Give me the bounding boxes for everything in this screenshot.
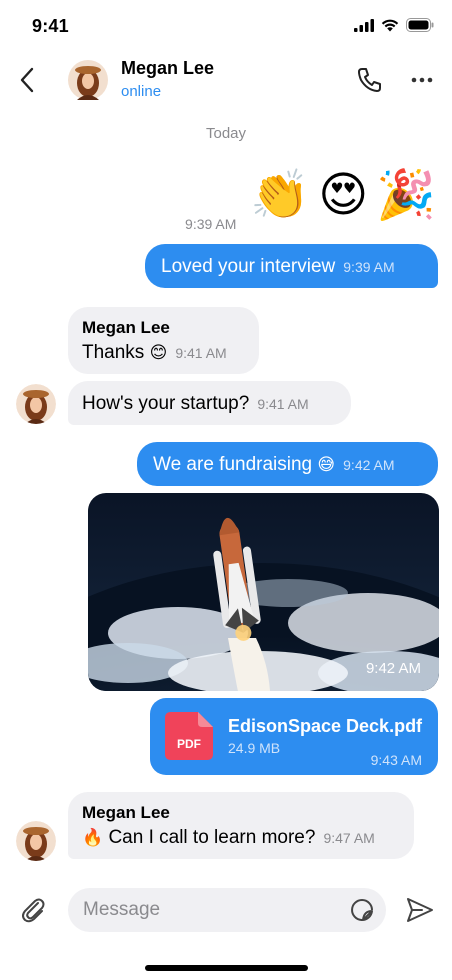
file-message[interactable]: PDF EdisonSpace Deck.pdf 24.9 MB 9:43 AM: [150, 698, 438, 775]
sender-name: Megan Lee: [82, 803, 170, 822]
message-time: 9:42 AM: [365, 660, 421, 677]
message-text: Loved your interview: [161, 256, 336, 277]
incoming-message[interactable]: Megan Lee Thanks 😊 9:41 AM: [68, 307, 259, 374]
wifi-icon: [381, 19, 399, 31]
file-name: EdisonSpace Deck.pdf: [228, 716, 423, 736]
message-time: 9:47 AM: [323, 830, 375, 846]
message-time: 9:39 AM: [185, 216, 237, 232]
incoming-message[interactable]: Megan Lee 🔥 Can I call to learn more? 9:4…: [68, 792, 414, 859]
message-time: 9:41 AM: [257, 396, 309, 412]
outgoing-message[interactable]: We are fundraising 😅 9:42 AM: [137, 442, 438, 486]
status-icons: [354, 18, 434, 32]
emoji-message[interactable]: 9:39 AM 👏 😍 🎉: [185, 166, 436, 232]
file-size: 24.9 MB: [228, 740, 281, 756]
clapping-hands-emoji: 👏: [250, 167, 311, 223]
fire-emoji: 🔥: [82, 828, 104, 848]
more-dots-icon: [411, 77, 433, 83]
send-icon: [407, 898, 433, 922]
message-input[interactable]: [68, 888, 386, 932]
phone-icon: [358, 68, 381, 92]
attach-button[interactable]: [18, 894, 48, 924]
heart-eyes-emoji: 😍: [318, 167, 369, 223]
party-popper-emoji: 🎉: [376, 167, 436, 223]
smiling-face-emoji: 😊: [149, 343, 168, 363]
paperclip-icon: [22, 898, 45, 923]
back-button[interactable]: [14, 64, 40, 96]
sweat-smile-emoji: 😅: [317, 455, 336, 475]
cellular-signal-icon: [354, 18, 374, 32]
file-type-label: PDF: [177, 737, 201, 751]
status-bar: 9:41: [0, 0, 452, 54]
image-message[interactable]: 9:42 AM: [88, 493, 439, 691]
message-text: How's your startup?: [82, 393, 250, 414]
status-time: 9:41: [32, 16, 69, 36]
message-text: Thanks: [82, 342, 145, 363]
chat-header: Megan Lee online: [0, 54, 452, 110]
contact-avatar[interactable]: [68, 60, 108, 100]
message-text: Can I call to learn more?: [108, 827, 316, 848]
message-time: 9:41 AM: [175, 345, 227, 361]
sticker-button[interactable]: [350, 898, 374, 922]
message-time: 9:43 AM: [370, 752, 422, 768]
send-button[interactable]: [404, 894, 436, 926]
sticker-icon: [351, 899, 373, 921]
incoming-message[interactable]: How's your startup? 9:41 AM: [68, 381, 351, 425]
more-options-button[interactable]: [408, 66, 436, 94]
sender-name: Megan Lee: [82, 318, 170, 337]
sender-avatar[interactable]: [16, 384, 56, 424]
date-separator: Today: [205, 125, 247, 142]
message-text: We are fundraising: [153, 454, 313, 475]
contact-status: online: [121, 83, 162, 100]
chevron-left-icon: [20, 67, 34, 93]
call-button[interactable]: [356, 66, 384, 94]
pdf-file-icon: PDF: [165, 712, 213, 760]
sender-avatar[interactable]: [16, 821, 56, 861]
outgoing-message[interactable]: Loved your interview 9:39 AM: [145, 244, 438, 288]
contact-name: Megan Lee: [121, 58, 215, 78]
battery-icon: [406, 18, 434, 32]
message-time: 9:39 AM: [343, 259, 395, 275]
message-time: 9:42 AM: [343, 457, 395, 473]
home-indicator: [145, 965, 308, 971]
